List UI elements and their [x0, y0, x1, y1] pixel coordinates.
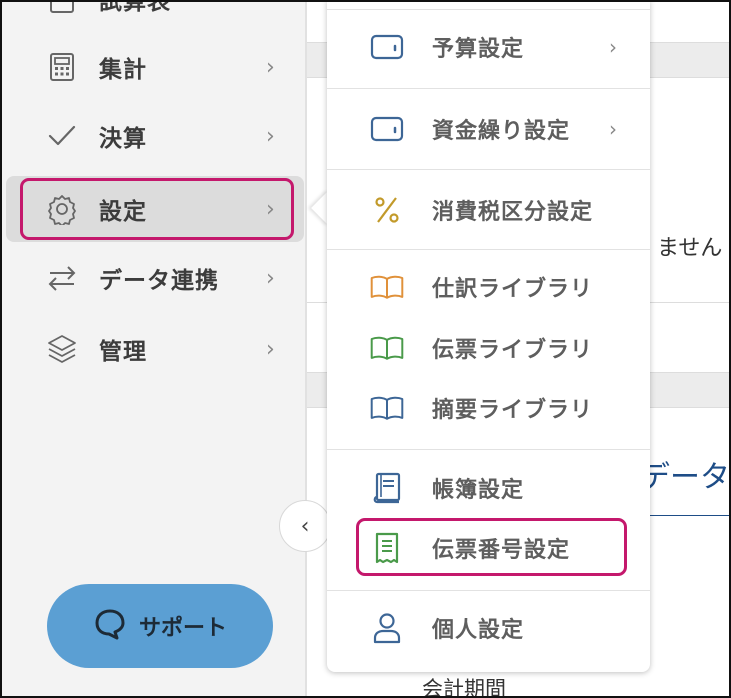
chevron-right-icon: ›: [266, 54, 275, 80]
sidebar-item-label: 決算: [99, 126, 147, 152]
gear-icon: [46, 193, 78, 225]
user-icon: [369, 610, 405, 646]
collapse-sidebar-button[interactable]: ‹: [279, 500, 331, 552]
wallet-icon: [369, 29, 405, 65]
book-orange-icon: [369, 269, 405, 305]
main-message-text: ません: [657, 236, 723, 261]
menu-item-tax-category-settings[interactable]: 消費税区分設定: [327, 181, 650, 239]
menu-divider: [327, 590, 650, 591]
menu-divider: [327, 249, 650, 250]
layers-icon: [46, 333, 78, 365]
sidebar: 試算表 集計 › 決算 › 設定 › データ連携 › 管理 › サポート: [2, 0, 305, 698]
receipt-icon: [369, 530, 405, 566]
menu-item-personal-settings[interactable]: 個人設定: [327, 599, 650, 657]
menu-item-label: 予算設定: [432, 37, 525, 62]
chevron-left-icon: ‹: [300, 513, 310, 539]
menu-item-journal-library[interactable]: 仕訳ライブラリ: [327, 258, 650, 316]
percent-icon: [369, 192, 405, 228]
sidebar-item-trial-balance[interactable]: 試算表: [6, 0, 304, 32]
menu-item-label: 消費税区分設定: [432, 200, 594, 225]
menu-divider: [327, 169, 650, 170]
menu-item-summary-library[interactable]: 摘要ライブラリ: [327, 379, 650, 437]
check-icon: [46, 120, 78, 152]
accounting-period-label: 会計期間: [422, 677, 506, 698]
sidebar-item-label: 管理: [99, 339, 147, 365]
ledger-icon: [369, 470, 405, 506]
book-blue-icon: [369, 390, 405, 426]
chevron-right-icon: ›: [609, 35, 617, 59]
menu-divider: [327, 449, 650, 450]
sidebar-item-label: 集計: [99, 57, 147, 83]
support-button[interactable]: サポート: [47, 584, 273, 668]
book-green-icon: [369, 330, 405, 366]
menu-item-label: 伝票番号設定: [432, 538, 571, 563]
chevron-right-icon: ›: [266, 196, 275, 222]
sidebar-item-data-link[interactable]: データ連携 ›: [6, 245, 304, 311]
chevron-right-icon: ›: [266, 265, 275, 291]
menu-item-cashflow-settings[interactable]: 資金繰り設定 ›: [327, 100, 650, 158]
sidebar-item-settings[interactable]: 設定 ›: [6, 176, 304, 242]
chevron-right-icon: ›: [266, 336, 275, 362]
menu-item-ledger-settings[interactable]: 帳簿設定: [327, 459, 650, 517]
menu-item-label: 個人設定: [432, 618, 525, 643]
menu-divider: [327, 88, 650, 89]
settings-flyout-menu: 予算設定 › 資金繰り設定 › 消費税区分設定 仕訳ライブラリ 伝票ライブラリ …: [327, 0, 650, 672]
chevron-right-icon: ›: [609, 117, 617, 141]
menu-item-voucher-library[interactable]: 伝票ライブラリ: [327, 319, 650, 377]
sidebar-item-label: 試算表: [99, 0, 171, 15]
chat-bubble-icon: [93, 607, 127, 645]
menu-item-label: 摘要ライブラリ: [432, 398, 594, 423]
menu-item-label: 帳簿設定: [432, 478, 525, 503]
sidebar-item-summary[interactable]: 集計 ›: [6, 34, 304, 100]
menu-divider: [327, 9, 650, 10]
menu-item-voucher-number-settings[interactable]: 伝票番号設定: [327, 519, 650, 577]
chevron-right-icon: ›: [266, 123, 275, 149]
support-button-label: サポート: [138, 616, 227, 641]
wallet-icon: [369, 111, 405, 147]
menu-item-budget-settings[interactable]: 予算設定 ›: [327, 18, 650, 76]
menu-item-label: 伝票ライブラリ: [432, 338, 594, 363]
flyout-pointer-cover: [327, 185, 351, 231]
data-heading: データ: [640, 460, 730, 495]
sync-arrows-icon: [46, 262, 78, 294]
menu-item-label: 仕訳ライブラリ: [432, 277, 594, 302]
menu-item-label: 資金繰り設定: [432, 119, 571, 144]
sidebar-item-management[interactable]: 管理 ›: [6, 316, 304, 382]
sidebar-item-label: 設定: [99, 199, 147, 225]
sidebar-item-label: データ連携: [99, 268, 219, 294]
document-icon: [46, 0, 78, 15]
sidebar-item-closing[interactable]: 決算 ›: [6, 103, 304, 169]
calculator-icon: [46, 51, 78, 83]
